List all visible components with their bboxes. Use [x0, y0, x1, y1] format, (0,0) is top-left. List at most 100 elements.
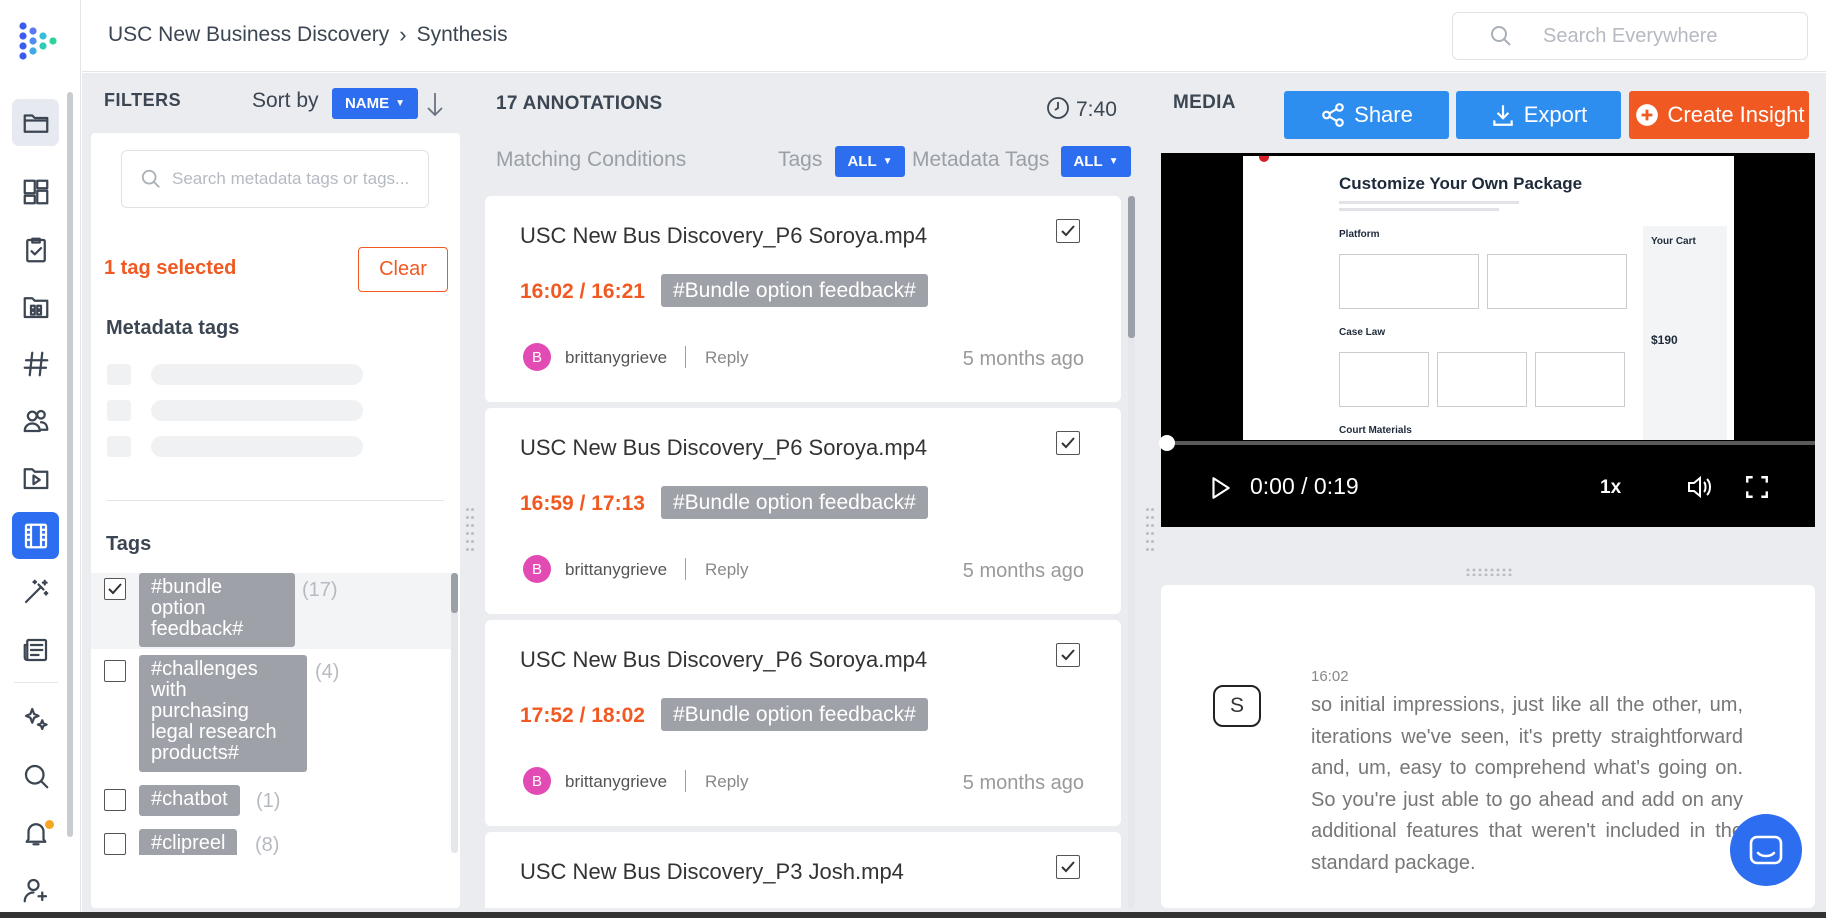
plus-circle-icon: [1635, 104, 1658, 126]
grid-folder-icon[interactable]: [12, 283, 59, 330]
dashboard-icon[interactable]: [12, 168, 59, 215]
people-icon[interactable]: [12, 397, 59, 444]
annotation-tag[interactable]: #Bundle option feedback#: [661, 698, 928, 731]
annotation-user: brittanygrieve: [565, 560, 668, 579]
share-button[interactable]: Share: [1284, 91, 1449, 139]
tag-checkbox[interactable]: [104, 789, 126, 811]
skeleton-checkbox: [107, 436, 131, 457]
tag-row[interactable]: #challenges with purchasing legal resear…: [91, 655, 451, 773]
volume-icon[interactable]: [1686, 474, 1714, 500]
skeleton-checkbox: [107, 400, 131, 421]
tag-search-input[interactable]: [172, 169, 422, 189]
video-cart-price: $190: [1651, 333, 1678, 347]
annotation-title[interactable]: USC New Bus Discovery_P6 Soroya.mp4: [520, 647, 927, 673]
reply-link[interactable]: Reply: [705, 560, 748, 580]
annotation-tag[interactable]: #Bundle option feedback#: [661, 486, 928, 519]
annotation-user: brittanygrieve: [565, 772, 668, 791]
tag-row[interactable]: #chatbot (1): [91, 785, 451, 817]
resize-handle[interactable]: [1146, 508, 1156, 556]
annotation-time[interactable]: 16:02 / 16:21: [520, 280, 645, 304]
check-icon: [108, 583, 122, 595]
chat-launcher-button[interactable]: [1730, 814, 1802, 886]
tags-filter-dropdown[interactable]: ALL ▼: [835, 146, 905, 177]
tags-scroll-thumb[interactable]: [451, 573, 458, 613]
clock-icon: [1047, 97, 1069, 119]
bell-icon[interactable]: [12, 809, 59, 856]
rail-scrollbar[interactable]: [67, 92, 73, 837]
annotation-title[interactable]: USC New Bus Discovery_P6 Soroya.mp4: [520, 435, 927, 461]
annotation-checkbox[interactable]: [1056, 431, 1080, 455]
breadcrumb-project[interactable]: USC New Business Discovery: [108, 23, 389, 47]
folder-icon[interactable]: [12, 99, 59, 146]
play-icon[interactable]: [1207, 475, 1233, 501]
search-input[interactable]: [1543, 24, 1793, 48]
clear-button[interactable]: Clear: [358, 247, 448, 292]
magic-wand-icon[interactable]: [12, 568, 59, 615]
resize-handle[interactable]: [466, 508, 476, 556]
tag-chip[interactable]: #bundle option feedback#: [139, 573, 295, 647]
filters-heading: FILTERS: [104, 90, 182, 110]
annotation-card[interactable]: USC New Bus Discovery_P6 Soroya.mp4 16:0…: [485, 196, 1121, 402]
avatar: B: [523, 555, 551, 583]
annotation-time[interactable]: 16:59 / 17:13: [520, 492, 645, 516]
annotation-card[interactable]: USC New Bus Discovery_P6 Soroya.mp4 16:5…: [485, 408, 1121, 614]
reply-link[interactable]: Reply: [705, 348, 748, 368]
horizontal-resize-handle[interactable]: [1466, 568, 1512, 576]
video-progress-bar[interactable]: [1165, 441, 1815, 445]
sort-by-label: Sort by: [252, 89, 319, 112]
search-icon[interactable]: [12, 752, 59, 799]
divider: [685, 346, 686, 368]
logo-icon[interactable]: [17, 20, 61, 68]
sparkles-icon[interactable]: [12, 695, 59, 742]
tag-count: (17): [302, 579, 338, 601]
video-scrubber[interactable]: [1159, 435, 1175, 451]
total-duration: 7:40: [1076, 98, 1117, 121]
newspaper-icon[interactable]: [12, 626, 59, 673]
film-icon[interactable]: [12, 512, 59, 559]
fullscreen-icon[interactable]: [1744, 474, 1770, 500]
clipboard-check-icon[interactable]: [12, 226, 59, 273]
hashtag-icon[interactable]: [12, 340, 59, 387]
metadata-filter-dropdown[interactable]: ALL ▼: [1061, 146, 1131, 177]
notification-dot: [45, 820, 54, 829]
tag-chip[interactable]: #challenges with purchasing legal resear…: [139, 655, 307, 772]
create-insight-button[interactable]: Create Insight: [1629, 91, 1809, 139]
annotation-card[interactable]: USC New Bus Discovery_P6 Soroya.mp4 17:5…: [485, 620, 1121, 826]
playback-speed[interactable]: 1x: [1600, 477, 1621, 499]
divider: [685, 770, 686, 792]
tag-row[interactable]: #bundle option feedback# (17): [91, 573, 451, 649]
annotation-card[interactable]: USC New Bus Discovery_P3 Josh.mp4: [485, 832, 1121, 908]
global-search[interactable]: [1452, 12, 1808, 60]
annotations-scroll-thumb[interactable]: [1128, 196, 1135, 338]
check-icon: [1061, 649, 1075, 661]
tag-row[interactable]: #clipreel (8): [91, 829, 451, 855]
tag-checkbox[interactable]: [104, 660, 126, 682]
breadcrumb: USC New Business Discovery › Synthesis: [108, 22, 508, 48]
search-icon: [141, 169, 160, 188]
sort-direction-icon[interactable]: [424, 90, 446, 118]
annotation-checkbox[interactable]: [1056, 219, 1080, 243]
export-button[interactable]: Export: [1456, 91, 1621, 139]
video-cart-title: Your Cart: [1651, 236, 1696, 247]
add-user-icon[interactable]: [12, 866, 59, 913]
tag-checkbox[interactable]: [104, 833, 126, 855]
metadata-filter-value: ALL: [1073, 153, 1103, 170]
tag-checkbox[interactable]: [104, 578, 126, 600]
annotation-checkbox[interactable]: [1056, 643, 1080, 667]
reply-link[interactable]: Reply: [705, 772, 748, 792]
sort-dropdown[interactable]: NAME ▼: [332, 88, 418, 119]
tag-chip[interactable]: #chatbot: [139, 785, 240, 816]
video-frame: Customize Your Own Package Platform Case…: [1243, 156, 1734, 440]
annotation-time[interactable]: 17:52 / 18:02: [520, 704, 645, 728]
tag-chip[interactable]: #clipreel: [139, 829, 238, 855]
top-bar: USC New Business Discovery › Synthesis: [82, 0, 1826, 72]
video-play-icon[interactable]: [12, 454, 59, 501]
annotation-title[interactable]: USC New Bus Discovery_P6 Soroya.mp4: [520, 223, 927, 249]
annotation-tag[interactable]: #Bundle option feedback#: [661, 274, 928, 307]
annotation-checkbox[interactable]: [1056, 855, 1080, 879]
annotation-title[interactable]: USC New Bus Discovery_P3 Josh.mp4: [520, 859, 904, 885]
tag-search-box[interactable]: [121, 150, 429, 208]
transcript-timestamp[interactable]: 16:02: [1311, 668, 1349, 685]
tags-scrollbar[interactable]: [451, 573, 458, 853]
annotations-heading: 17 ANNOTATIONS: [496, 93, 663, 114]
